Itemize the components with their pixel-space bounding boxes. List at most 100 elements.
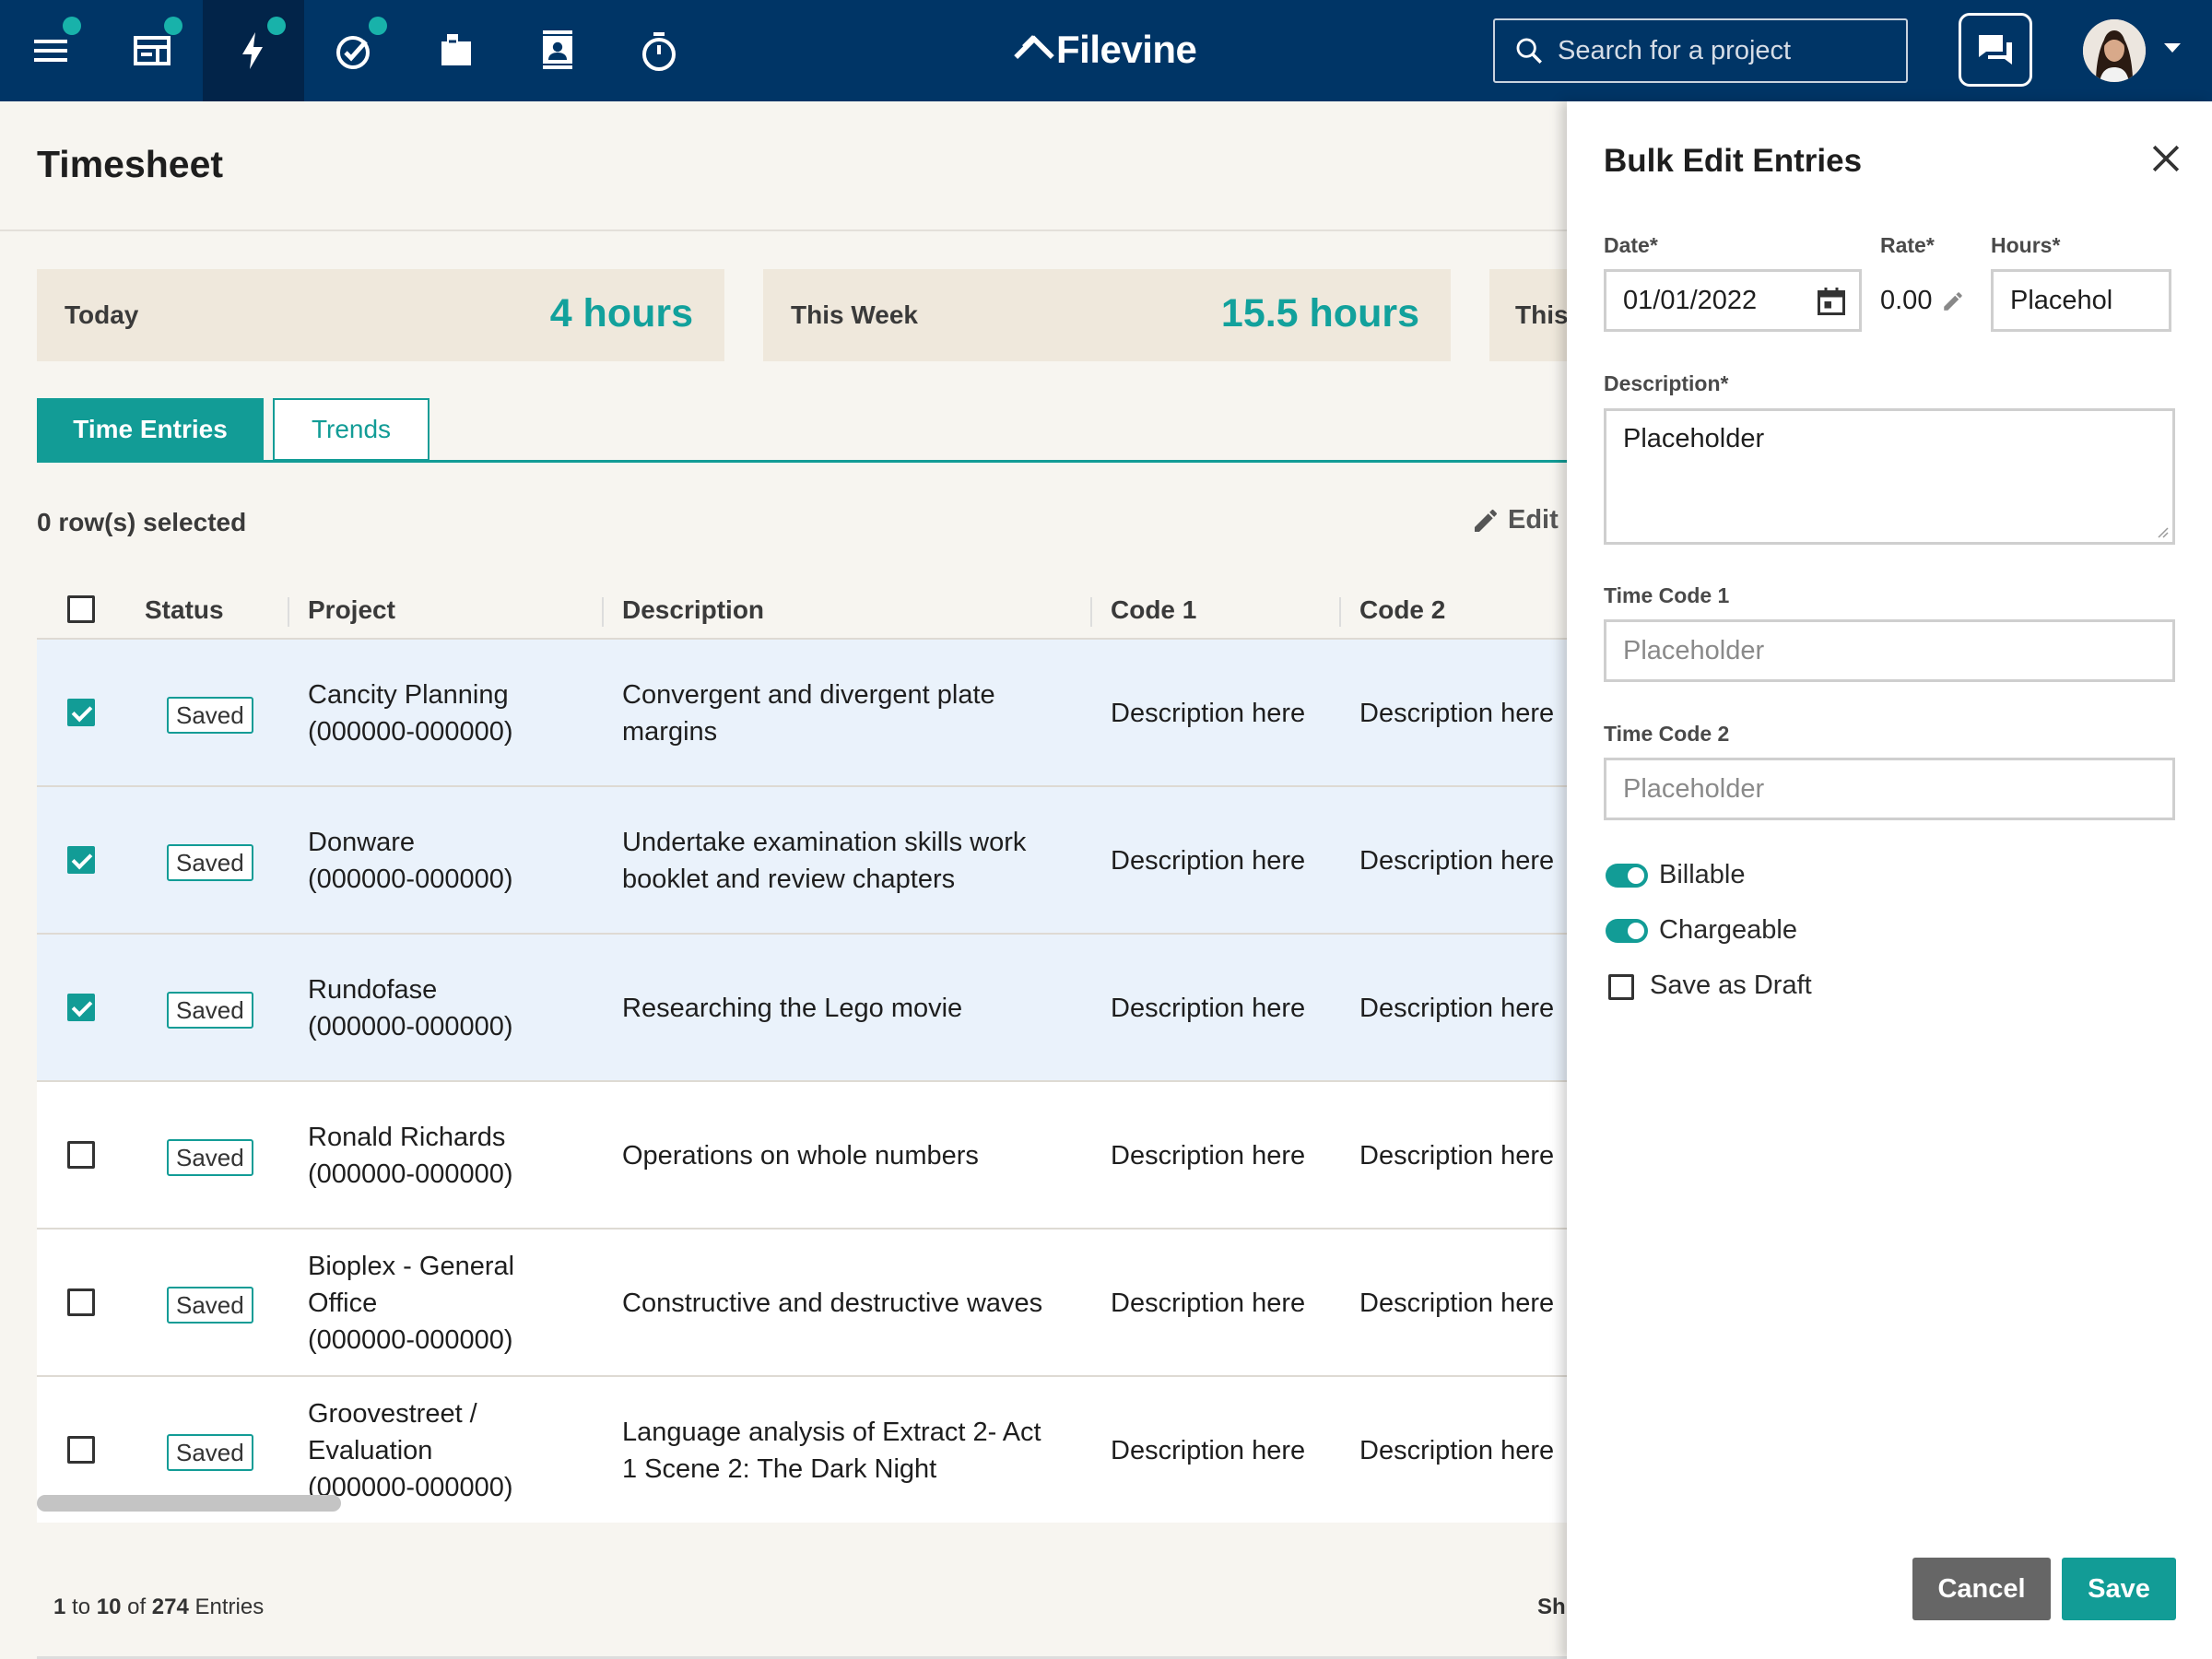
- horizontal-scrollbar[interactable]: [37, 1495, 341, 1512]
- column-separator: [288, 597, 289, 627]
- code1-cell: Description here: [1111, 699, 1306, 728]
- top-navigation-bar: Filevine Search for a project: [0, 0, 2212, 101]
- entries-label: Entries: [194, 1594, 265, 1619]
- stat-value: 4 hours: [549, 291, 693, 335]
- project-cell-line: Rundofase: [308, 975, 438, 1005]
- save-button[interactable]: Save: [2062, 1558, 2176, 1620]
- pencil-icon[interactable]: [1941, 289, 1965, 313]
- resize-handle-icon[interactable]: [2154, 524, 2169, 538]
- messages-button[interactable]: [1959, 13, 2032, 87]
- description-cell-line: Undertake examination skills work: [622, 828, 1027, 857]
- filevine-logo[interactable]: Filevine: [1014, 28, 1197, 72]
- menu-button[interactable]: [0, 0, 101, 101]
- description-cell-line: Operations on whole numbers: [622, 1141, 979, 1171]
- tab-underline: [37, 460, 1576, 463]
- notification-dot: [267, 17, 286, 35]
- code1-cell: Description here: [1111, 846, 1306, 876]
- pencil-icon: [1475, 509, 1497, 532]
- drawer-title: Bulk Edit Entries: [1604, 143, 1863, 179]
- project-cell-line: (000000-000000): [308, 1325, 513, 1355]
- time-code2-input[interactable]: Placeholder: [1604, 758, 2175, 820]
- row-checkbox[interactable]: [67, 1288, 95, 1316]
- stopwatch-icon: [642, 32, 676, 71]
- chargeable-toggle[interactable]: [1606, 919, 1648, 943]
- billable-toggle[interactable]: [1606, 864, 1648, 888]
- row-checkbox[interactable]: [67, 699, 95, 726]
- rate-field[interactable]: 0.00: [1880, 286, 1965, 316]
- bulk-edit-drawer: Bulk Edit Entries Date* 01/01/2022 Rate*…: [1567, 101, 2212, 1659]
- row-checkbox[interactable]: [67, 846, 95, 874]
- status-badge: Saved: [167, 992, 253, 1029]
- tab-time-entries[interactable]: Time Entries: [37, 398, 264, 461]
- description-cell: Constructive and destructive waves: [622, 1285, 1042, 1322]
- row-checkbox[interactable]: [67, 1141, 95, 1169]
- description-cell: Researching the Lego movie: [622, 990, 962, 1027]
- dashboard-button[interactable]: [101, 0, 203, 101]
- chat-icon: [1979, 35, 2012, 65]
- stat-label: This: [1515, 300, 1569, 329]
- timer-button[interactable]: [608, 0, 710, 101]
- search-icon: [1516, 38, 1542, 64]
- hours-field[interactable]: Placehol: [1991, 269, 2171, 332]
- table-row[interactable]: Saved Cancity Planning (000000-000000) Conv…: [37, 638, 1576, 785]
- documents-button[interactable]: [406, 0, 507, 101]
- page-from: 1: [53, 1594, 66, 1619]
- save-as-draft-checkbox[interactable]: [1608, 974, 1634, 1000]
- table-row[interactable]: Saved Donware (000000-000000) Undertake exa…: [37, 785, 1576, 933]
- chevron-up-logo-icon: [1014, 35, 1054, 60]
- calendar-icon[interactable]: [1815, 285, 1848, 318]
- table-row[interactable]: Saved Rundofase (000000-000000) Researching…: [37, 933, 1576, 1080]
- column-header-status[interactable]: Status: [145, 595, 224, 625]
- notification-dot: [369, 17, 387, 35]
- row-checkbox[interactable]: [67, 994, 95, 1021]
- column-separator: [1339, 597, 1341, 627]
- date-field[interactable]: 01/01/2022: [1604, 269, 1862, 332]
- row-checkbox[interactable]: [67, 1436, 95, 1464]
- table-row[interactable]: Saved Ronald Richards (000000-000000) Opera…: [37, 1080, 1576, 1228]
- notification-dot: [164, 17, 182, 35]
- tab-trends[interactable]: Trends: [273, 398, 429, 461]
- search-placeholder: Search for a project: [1558, 35, 1792, 65]
- date-value: 01/01/2022: [1623, 285, 1758, 315]
- time-code2-placeholder: Placeholder: [1623, 773, 1765, 804]
- table-row[interactable]: Saved Bioplex - General Office (000000-0000…: [37, 1228, 1576, 1375]
- description-cell-line: 1 Scene 2: The Dark Night: [622, 1454, 937, 1484]
- description-cell-line: margins: [622, 717, 718, 747]
- documents-icon: [441, 34, 471, 65]
- time-code1-input[interactable]: Placeholder: [1604, 619, 2175, 682]
- code2-cell: Description here: [1359, 1288, 1555, 1318]
- account-menu-caret[interactable]: [2164, 43, 2181, 53]
- column-header-code2[interactable]: Code 2: [1359, 595, 1445, 625]
- project-cell: Rundofase (000000-000000): [308, 971, 513, 1045]
- close-icon[interactable]: [2146, 138, 2186, 179]
- project-search-input[interactable]: Search for a project: [1493, 18, 1908, 83]
- stat-label: Today: [65, 300, 139, 329]
- notification-dot: [63, 17, 81, 35]
- hours-value: Placehol: [2010, 285, 2113, 315]
- project-cell-line: (000000-000000): [308, 865, 513, 894]
- user-avatar[interactable]: [2083, 19, 2146, 82]
- project-cell-line: Ronald Richards: [308, 1123, 506, 1152]
- rate-label: Rate*: [1880, 233, 1935, 257]
- select-all-checkbox[interactable]: [67, 595, 95, 623]
- description-label: Description*: [1604, 371, 1729, 395]
- code2-cell: Description here: [1359, 1141, 1555, 1171]
- rate-value: 0.00: [1880, 286, 1933, 315]
- cancel-button[interactable]: Cancel: [1912, 1558, 2051, 1620]
- tasks-button[interactable]: [304, 0, 406, 101]
- chargeable-label: Chargeable: [1659, 915, 1797, 945]
- activity-button[interactable]: [203, 0, 304, 101]
- column-header-code1[interactable]: Code 1: [1111, 595, 1196, 625]
- code2-cell: Description here: [1359, 699, 1555, 728]
- contacts-button[interactable]: [507, 0, 608, 101]
- project-cell-line: Office: [308, 1288, 378, 1318]
- edit-button[interactable]: Edit: [1471, 505, 1559, 535]
- stat-card-today: Today 4 hours: [37, 269, 724, 361]
- code2-cell: Description here: [1359, 994, 1555, 1023]
- column-header-description[interactable]: Description: [622, 595, 764, 625]
- column-header-project[interactable]: Project: [308, 595, 395, 625]
- table-header: Status Project Description Code 1 Code 2: [37, 581, 1576, 638]
- column-separator: [602, 597, 604, 627]
- avatar-photo: [2083, 19, 2146, 82]
- description-textarea[interactable]: Placeholder: [1604, 408, 2175, 545]
